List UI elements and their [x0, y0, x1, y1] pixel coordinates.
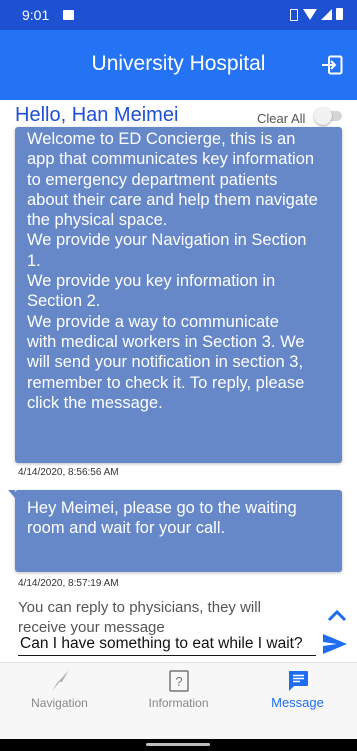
message-line: with medical workers in Section 3. We [27, 332, 305, 351]
nav-label: Information [148, 696, 209, 710]
message-line: We provide your Navigation in Section [27, 231, 307, 250]
bubble-tail [8, 490, 15, 498]
photo-icon [63, 10, 74, 20]
nav-tab-navigation[interactable]: Navigation [0, 663, 119, 740]
navigation-icon [52, 671, 68, 691]
message-line: 1. [27, 251, 41, 270]
logout-icon[interactable] [321, 55, 343, 75]
message-line: Welcome to ED Concierge, this is an [27, 130, 296, 148]
wifi-icon [303, 8, 317, 20]
message-bubble[interactable]: Welcome to ED Concierge, this is an app … [15, 127, 342, 463]
clear-all-toggle[interactable] [314, 107, 342, 125]
message-timestamp: 4/14/2020, 8:56:56 AM [18, 467, 119, 478]
vibrate-icon [287, 8, 299, 21]
toggle-thumb [314, 107, 332, 125]
clear-all-label: Clear All [257, 111, 306, 126]
app-title: University Hospital [91, 52, 266, 75]
reply-input[interactable] [18, 632, 316, 656]
message-line: room and wait for your call. [27, 519, 226, 538]
message-line: app that communicates key information [27, 150, 315, 169]
message-line: Section 2. [27, 292, 101, 311]
battery-icon [336, 8, 343, 20]
status-icons [287, 8, 343, 21]
app-bar: University Hospital [0, 30, 357, 100]
send-icon[interactable] [322, 633, 348, 655]
message-line: Hey Meimei, please go to the waiting [27, 499, 297, 517]
message-line: We provide a way to communicate [27, 312, 279, 331]
nav-tab-message[interactable]: Message [238, 663, 357, 740]
nav-tab-information[interactable]: ? Information [119, 663, 238, 740]
message-line: to emergency department patients [27, 170, 278, 189]
bottom-nav: Navigation ? Information Message [0, 662, 357, 739]
message-line: will send your notification in section 3… [27, 353, 304, 372]
message-line: about their care and help them navigate [27, 190, 318, 209]
greeting: Hello, Han Meimei [15, 104, 179, 126]
nav-label: Navigation [31, 696, 88, 710]
signal-icon [321, 8, 332, 20]
message-icon [289, 671, 308, 691]
message-line: click the message. [27, 393, 163, 412]
information-icon: ? [169, 670, 189, 692]
message-line: We provide you key information in [27, 272, 276, 291]
status-bar: 9:01 [0, 0, 357, 30]
svg-text:?: ? [175, 674, 182, 689]
nav-label: Message [271, 695, 324, 710]
message-line: remember to check it. To reply, please [27, 373, 305, 392]
message-line: the physical space. [27, 211, 168, 230]
status-time: 9:01 [22, 7, 50, 23]
message-timestamp: 4/14/2020, 8:57:19 AM [18, 578, 119, 589]
message-bubble[interactable]: Hey Meimei, please go to the waiting roo… [8, 490, 342, 572]
system-nav-bar [0, 739, 357, 751]
home-pill[interactable] [146, 743, 210, 746]
chevron-up-icon[interactable] [326, 607, 348, 623]
